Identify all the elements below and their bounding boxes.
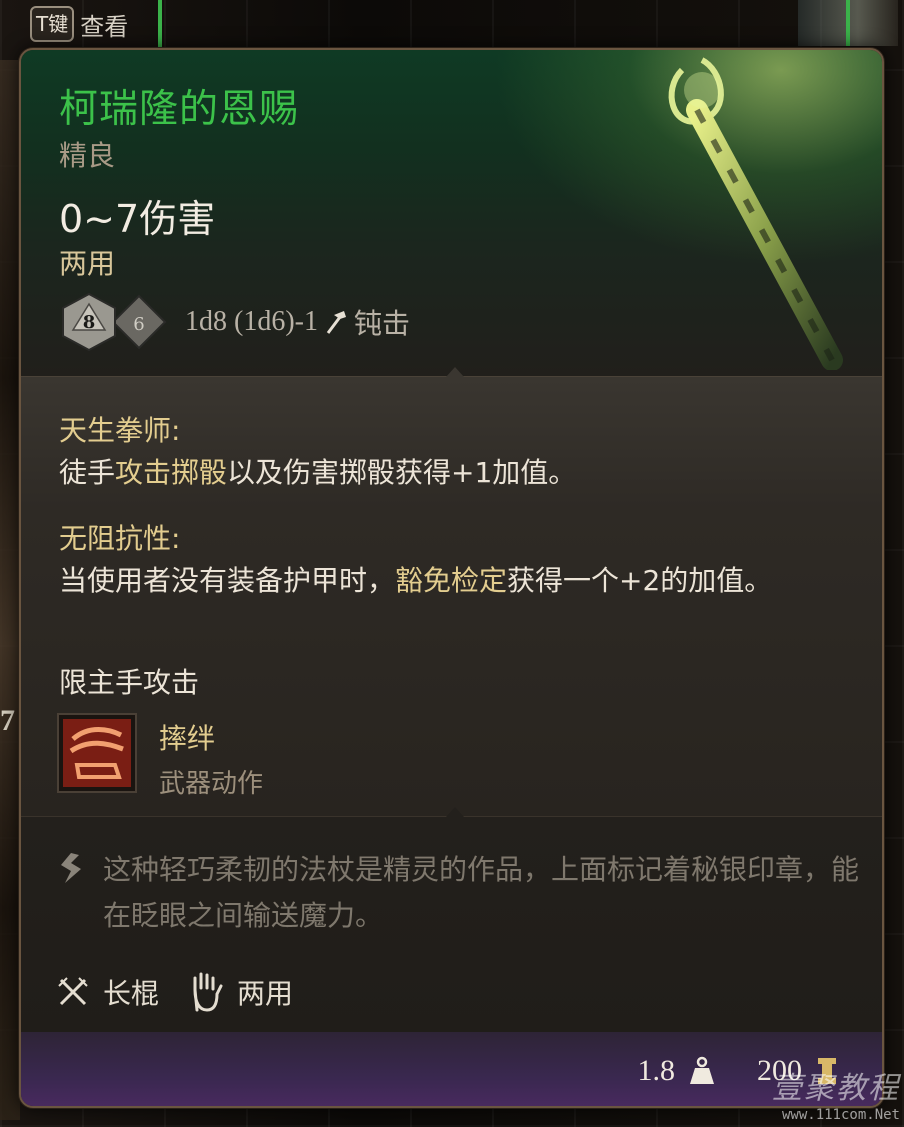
hammer-icon — [326, 311, 346, 334]
tag-label: 两用 — [237, 977, 294, 1010]
topple-icon — [63, 719, 131, 787]
weight-icon — [690, 1056, 714, 1084]
svg-text:6: 6 — [133, 314, 144, 335]
feature-text: 当使用者没有装备护甲时，豁免检定获得一个+2的加值。 — [59, 564, 773, 597]
dice-row: 6 8 1d8 (1d6)-1 钝击 — [59, 290, 410, 354]
damage-range: 0~7伤害 — [59, 197, 216, 241]
dice-icon: 6 8 — [62, 292, 167, 352]
main-hand-note: 限主手攻击 — [59, 666, 200, 699]
properties-section: 天生拳师: 徒手攻击掷骰以及伤害掷骰获得+1加值。 无阻抗性: 当使用者没有装备… — [21, 367, 882, 817]
dice-formula: 1d8 (1d6)-1 钝击 — [185, 302, 410, 342]
item-tooltip: 柯瑞隆的恩赐 精良 0~7伤害 两用 6 8 1d8 (1d6)-1 钝击 天生… — [19, 48, 884, 1108]
action-name: 摔绊 — [159, 722, 216, 755]
divider-notch — [446, 807, 464, 817]
crossed-swords-icon — [58, 977, 88, 1006]
damage-type: 钝击 — [353, 307, 410, 340]
handedness: 两用 — [59, 247, 116, 280]
inspect-hint[interactable]: T键 查看 — [30, 4, 128, 44]
action-type: 武器动作 — [159, 769, 264, 799]
tooltip-footer: 1.8 200 — [21, 1032, 882, 1106]
staff-image — [668, 57, 843, 370]
dice-formula-text: 1d8 (1d6)-1 — [185, 306, 318, 337]
tooltip-header: 柯瑞隆的恩赐 精良 0~7伤害 两用 6 8 1d8 (1d6)-1 钝击 — [21, 50, 882, 376]
item-name: 柯瑞隆的恩赐 — [59, 87, 300, 132]
inventory-strip — [0, 60, 20, 1120]
highlight-term[interactable]: 攻击掷骰 — [115, 456, 227, 489]
weapon-action-icon[interactable] — [57, 713, 137, 793]
watermark-url: www.111com.Net — [781, 1107, 900, 1123]
item-rarity: 精良 — [59, 139, 116, 172]
divider-notch — [446, 367, 464, 377]
tag-handedness: 两用 — [189, 972, 293, 1012]
tag-weapon-type: 长棍 — [57, 972, 159, 1012]
item-description: 这种轻巧柔韧的法杖是精灵的作品，上面标记着秘银印章，能在眨眼之间输送魔力。 — [103, 853, 860, 932]
slot-border — [158, 0, 162, 50]
slot-border — [846, 0, 850, 46]
tag-label: 长棍 — [103, 977, 160, 1010]
description-section: 这种轻巧柔韧的法杖是精灵的作品，上面标记着秘银印章，能在眨眼之间输送魔力。 长棍… — [21, 807, 882, 1033]
weight-value: 1.8 — [637, 1054, 676, 1087]
hand-icon — [193, 972, 223, 1012]
feature-text: 徒手攻击掷骰以及伤害掷骰获得+1加值。 — [59, 456, 577, 489]
highlight-term[interactable]: 豁免检定 — [395, 564, 507, 597]
feature-title: 天生拳师: — [59, 414, 181, 447]
item-tags: 长棍 两用 — [57, 967, 323, 1017]
watermark-brand: 壹聚教程 — [772, 1071, 900, 1106]
lore-icon — [61, 853, 81, 883]
d8-number: 8 — [83, 312, 96, 333]
inspect-label: 查看 — [80, 12, 129, 41]
key-badge: T键 — [30, 6, 75, 42]
watermark: 壹聚教程 www.111com.Net — [772, 1063, 900, 1123]
feature-title: 无阻抗性: — [59, 522, 181, 555]
background-digit: 7 — [0, 704, 15, 737]
